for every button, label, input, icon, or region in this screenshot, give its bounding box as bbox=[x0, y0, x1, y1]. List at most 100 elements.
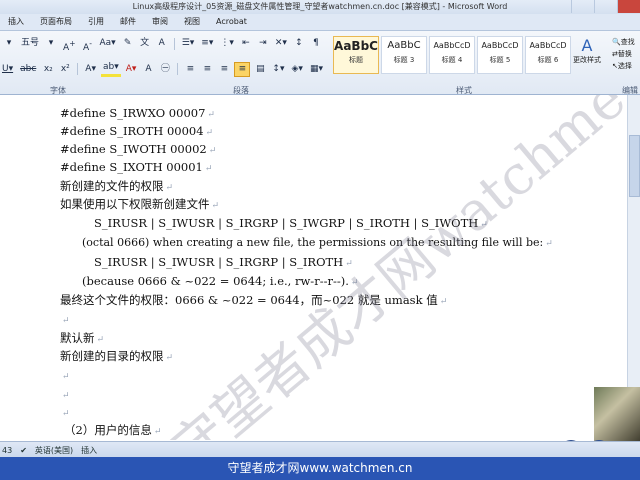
style-preview: AaBbC bbox=[387, 40, 421, 51]
style-name: 标题 3 bbox=[393, 56, 415, 64]
increase-indent-icon[interactable]: ⇥ bbox=[256, 37, 270, 50]
tab-view[interactable]: 视图 bbox=[176, 14, 208, 30]
subscript-icon[interactable]: x₂ bbox=[41, 63, 55, 76]
doc-line: 新创建的文件的权限 ↵ bbox=[60, 178, 173, 194]
tab-page-layout[interactable]: 页面布局 bbox=[32, 14, 80, 30]
change-styles-button[interactable]: A 更改样式 bbox=[569, 36, 605, 65]
paragraph-mark-icon: ↵ bbox=[205, 128, 214, 138]
doc-line: #define S_IROTH 00004 ↵ bbox=[60, 124, 213, 138]
tab-references[interactable]: 引用 bbox=[80, 14, 112, 30]
chinese-layout-icon[interactable]: ✕▾ bbox=[273, 37, 289, 50]
tab-acrobat[interactable]: Acrobat bbox=[208, 14, 255, 30]
enclose-char-icon[interactable]: ㊀ bbox=[158, 63, 172, 76]
paragraph-mark-icon: ↵ bbox=[204, 164, 213, 174]
change-case-icon[interactable]: Aa▾ bbox=[97, 37, 117, 50]
language-status[interactable]: 英语(美国) bbox=[35, 445, 73, 456]
borders-icon[interactable]: ▦▾ bbox=[308, 63, 325, 76]
paragraph-mark-icon: ↵ bbox=[62, 316, 70, 326]
align-left-icon[interactable]: ≡ bbox=[183, 63, 197, 76]
style-name: 标题 bbox=[349, 56, 363, 64]
strikethrough-icon[interactable]: abc bbox=[18, 63, 38, 76]
doc-line: #define S_IXOTH 00001 ↵ bbox=[60, 160, 212, 174]
insert-mode[interactable]: 插入 bbox=[81, 445, 97, 456]
paragraph-mark-icon: ↵ bbox=[96, 335, 105, 345]
font-size-select[interactable]: 五号 bbox=[19, 37, 41, 50]
tab-mailings[interactable]: 邮件 bbox=[112, 14, 144, 30]
superscript-icon[interactable]: x² bbox=[58, 63, 72, 76]
document-body[interactable]: #define S_IRWXO 00007 ↵ #define S_IROTH 0… bbox=[0, 95, 628, 440]
presenter-video bbox=[594, 387, 640, 443]
select-label: 选择 bbox=[617, 62, 632, 70]
numbering-icon[interactable]: ≡▾ bbox=[199, 37, 215, 50]
text-effects-icon[interactable]: A▾ bbox=[83, 63, 98, 76]
editing-group: 🔍查找 ⇄替换 ↖选择 bbox=[612, 36, 635, 72]
doc-text: 新创建的目录的权限 bbox=[60, 349, 164, 363]
clear-format-icon[interactable]: ✎ bbox=[121, 37, 135, 50]
find-label: 查找 bbox=[620, 38, 635, 46]
replace-label: 替换 bbox=[617, 50, 632, 58]
doc-text: #define S_IROTH 00004 bbox=[60, 124, 204, 138]
paragraph-mark-icon: ↵ bbox=[208, 146, 217, 156]
show-marks-icon[interactable]: ¶ bbox=[309, 37, 323, 50]
scrollbar-thumb[interactable] bbox=[629, 135, 640, 197]
style-heading-5[interactable]: AaBbCcD 标题 5 bbox=[477, 36, 523, 74]
align-right-icon[interactable]: ≡ bbox=[217, 63, 231, 76]
sort-icon[interactable]: ↕ bbox=[292, 37, 306, 50]
doc-line: S_IRUSR | S_IWUSR | S_IRGRP | S_IROTH ↵ bbox=[94, 255, 353, 269]
shading-icon[interactable]: ◈▾ bbox=[289, 63, 304, 76]
replace-button[interactable]: ⇄替换 bbox=[612, 48, 635, 60]
dropdown-icon[interactable]: ▾ bbox=[2, 37, 16, 50]
highlight-color-icon[interactable]: ab▾ bbox=[100, 61, 121, 77]
align-center-icon[interactable]: ≡ bbox=[200, 63, 214, 76]
justify-icon[interactable]: ≡ bbox=[234, 61, 251, 77]
decrease-indent-icon[interactable]: ⇤ bbox=[239, 37, 253, 50]
style-title[interactable]: AaBbC 标题 bbox=[333, 36, 379, 74]
find-button[interactable]: 🔍查找 bbox=[612, 36, 635, 48]
doc-text: S_IRUSR | S_IWUSR | S_IRGRP | S_IROTH bbox=[94, 255, 344, 269]
tab-insert[interactable]: 插入 bbox=[0, 14, 32, 30]
doc-line: 默认新 ↵ bbox=[60, 330, 104, 346]
bullets-icon[interactable]: ☰▾ bbox=[180, 37, 197, 50]
find-icon: 🔍 bbox=[612, 38, 621, 46]
paragraph-mark-icon: ↵ bbox=[545, 239, 553, 249]
doc-line: ↵ bbox=[60, 312, 70, 326]
style-heading-6[interactable]: AaBbCcD 标题 6 bbox=[525, 36, 571, 74]
grow-font-icon[interactable]: A+ bbox=[61, 37, 77, 53]
font-size-dropdown-icon[interactable]: ▾ bbox=[44, 37, 58, 50]
distributed-icon[interactable]: ▤ bbox=[253, 63, 267, 76]
doc-text: #define S_IRWXO 00007 bbox=[60, 106, 206, 120]
line-spacing-icon[interactable]: ↕▾ bbox=[270, 63, 286, 76]
underline-icon[interactable]: U▾ bbox=[0, 63, 15, 76]
style-heading-4[interactable]: AaBbCcD 标题 4 bbox=[429, 36, 475, 74]
doc-line: #define S_IWOTH 00002 ↵ bbox=[60, 142, 216, 156]
shrink-font-icon[interactable]: A- bbox=[80, 37, 94, 53]
style-preview: AaBbCcD bbox=[433, 41, 471, 50]
phonetic-icon[interactable]: 文 bbox=[138, 37, 152, 50]
ribbon-tabs: 插入 页面布局 引用 邮件 审阅 视图 Acrobat bbox=[0, 14, 640, 31]
change-styles-icon: A bbox=[581, 36, 593, 55]
doc-line: （2）用户的信息 ↵ bbox=[64, 422, 161, 438]
char-border-icon[interactable]: A bbox=[155, 37, 169, 50]
doc-text: (because 0666 & ~022 = 0644; i.e., rw-r-… bbox=[82, 274, 349, 288]
doc-text: 默认新 bbox=[60, 331, 95, 345]
tab-review[interactable]: 审阅 bbox=[144, 14, 176, 30]
char-shading-icon[interactable]: A bbox=[141, 63, 155, 76]
paragraph-mark-icon: ↵ bbox=[62, 372, 70, 382]
title-bar: Linux高级程序设计_05资源_磁盘文件属性管理_守望者watchmen.cn… bbox=[0, 0, 640, 14]
paragraph-mark-icon: ↵ bbox=[165, 353, 174, 363]
window-title: Linux高级程序设计_05资源_磁盘文件属性管理_守望者watchmen.cn… bbox=[132, 2, 508, 11]
proofing-icon[interactable]: ✔ bbox=[20, 446, 27, 455]
font-color-icon[interactable]: A▾ bbox=[124, 63, 139, 76]
paragraph-mark-icon: ↵ bbox=[211, 201, 220, 211]
maximize-button[interactable] bbox=[594, 0, 617, 13]
doc-text: 如果使用以下权限新创建文件 bbox=[60, 197, 210, 211]
style-name: 标题 5 bbox=[489, 56, 511, 64]
doc-line: 新创建的目录的权限 ↵ bbox=[60, 348, 173, 364]
doc-text: 新创建的文件的权限 bbox=[60, 179, 164, 193]
select-button[interactable]: ↖选择 bbox=[612, 60, 635, 72]
styles-gallery: AaBbC 标题 AaBbC 标题 3 AaBbCcD 标题 4 AaBbCcD… bbox=[333, 36, 571, 74]
minimize-button[interactable] bbox=[571, 0, 594, 13]
multilevel-icon[interactable]: ⋮▾ bbox=[218, 37, 236, 50]
style-heading-3[interactable]: AaBbC 标题 3 bbox=[381, 36, 427, 74]
close-button[interactable] bbox=[617, 0, 640, 13]
